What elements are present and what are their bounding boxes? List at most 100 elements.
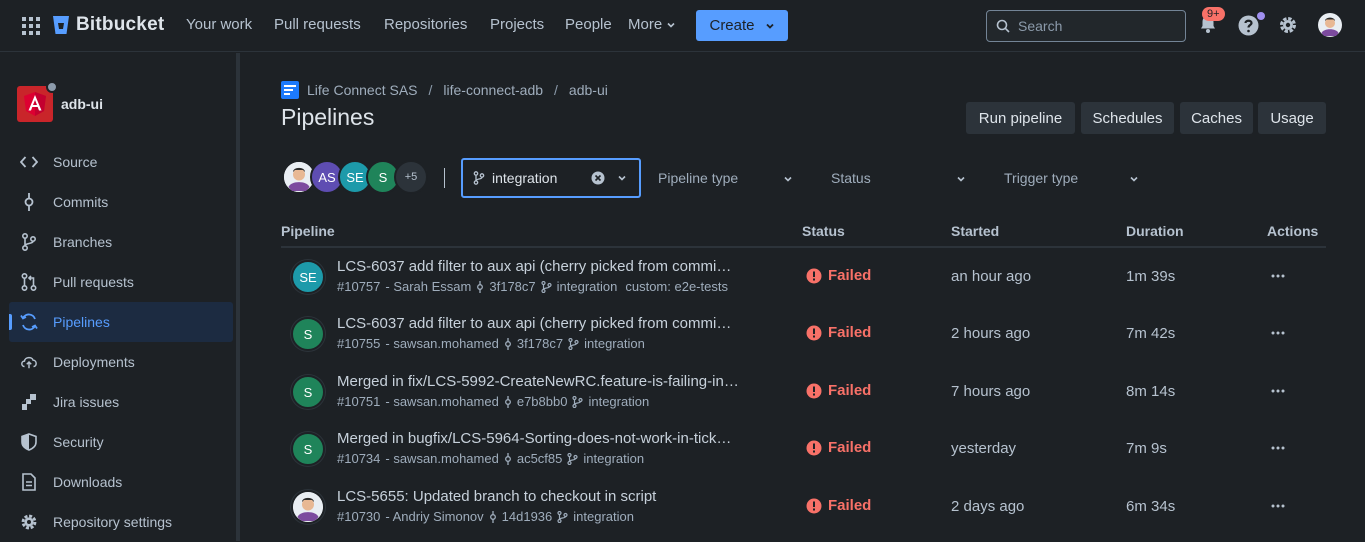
help-icon[interactable] [1238,15,1259,36]
breadcrumb-separator: / [554,82,558,98]
pipeline-title[interactable]: Merged in bugfix/LCS-5964-Sorting-does-n… [337,430,731,447]
pipeline-title[interactable]: Merged in fix/LCS-5992-CreateNewRC.featu… [337,373,739,390]
pipeline-author: - Sarah Essam [385,279,472,294]
nav-people[interactable]: People [565,16,612,33]
sidebar-item-security[interactable]: Security [9,422,233,462]
chevron-down-icon [765,23,774,29]
commit-hash[interactable]: e7b8bb0 [517,394,568,409]
create-label: Create [709,17,755,34]
run-pipeline-button[interactable]: Run pipeline [966,102,1075,134]
branch-filter[interactable]: integration [461,158,641,198]
nav-your-work[interactable]: Your work [186,16,252,33]
column-header-status[interactable]: Status [802,223,845,239]
started-time: yesterday [951,440,1017,457]
nav-pull-requests[interactable]: Pull requests [274,16,361,33]
bitbucket-logo[interactable]: Bitbucket [52,14,164,36]
sidebar-item-downloads[interactable]: Downloads [9,462,233,502]
sidebar-item-label: Security [53,434,104,450]
column-header-pipeline[interactable]: Pipeline [281,223,335,239]
clear-icon[interactable] [591,171,605,185]
column-header-started[interactable]: Started [951,223,999,239]
author-avatar: SE [291,260,325,294]
error-icon [806,268,822,283]
status-filter[interactable]: Status [831,170,871,186]
pipeline-meta: #10757 - Sarah Essam 3f178c7 integration… [337,279,728,294]
status-badge: Failed [806,267,871,284]
table-row[interactable]: SE LCS-6037 add filter to aux api (cherr… [281,248,1326,305]
started-time: 7 hours ago [951,383,1031,400]
branch-name[interactable]: integration [557,279,618,294]
more-actions-icon[interactable] [1271,331,1285,335]
nav-projects[interactable]: Projects [490,16,544,33]
pipeline-author: - sawsan.mohamed [385,394,499,409]
chevron-down-icon [956,174,966,184]
duration-value: 1m 39s [1126,268,1176,285]
sidebar-item-deployments[interactable]: Deployments [9,342,233,382]
commit-hash[interactable]: ac5cf85 [517,451,563,466]
pipeline-number[interactable]: #10734 [337,451,380,466]
chevron-down-icon [667,22,675,28]
breadcrumb: Life Connect SAS / life-connect-adb / ad… [281,81,608,99]
branch-name[interactable]: integration [573,509,634,524]
table-row[interactable]: S Merged in fix/LCS-5992-CreateNewRC.fea… [281,363,1326,420]
pipeline-title[interactable]: LCS-6037 add filter to aux api (cherry p… [337,315,731,332]
branch-name[interactable]: integration [588,394,649,409]
more-actions-icon[interactable] [1271,389,1285,393]
usage-button[interactable]: Usage [1258,102,1326,134]
breadcrumb-workspace[interactable]: Life Connect SAS [307,82,418,98]
sidebar-item-label: Deployments [53,354,135,370]
sidebar-item-jira-issues[interactable]: Jira issues [9,382,233,422]
table-row[interactable]: LCS-5655: Updated branch to checkout in … [281,478,1326,535]
caches-button[interactable]: Caches [1180,102,1253,134]
branch-name[interactable]: integration [583,451,644,466]
repo-name: adb-ui [61,96,103,112]
pipeline-author: - Andriy Simonov [385,509,484,524]
trigger-type-filter[interactable]: Trigger type [1004,170,1078,186]
nav-repositories[interactable]: Repositories [384,16,467,33]
more-actions-icon[interactable] [1271,504,1285,508]
column-header-duration[interactable]: Duration [1126,223,1184,239]
more-users-button[interactable]: +5 [394,160,428,194]
branch-name[interactable]: integration [584,336,645,351]
pipeline-number[interactable]: #10755 [337,336,380,351]
create-button[interactable]: Create [696,10,788,41]
pipeline-number[interactable]: #10757 [337,279,380,294]
sidebar-item-pull-requests[interactable]: Pull requests [9,262,233,302]
sidebar-item-source[interactable]: Source [9,142,233,182]
more-actions-icon[interactable] [1271,446,1285,450]
settings-gear-icon[interactable] [1278,15,1298,35]
sidebar-item-repository-settings[interactable]: Repository settings [9,502,233,542]
person-avatar-icon [293,492,323,522]
more-actions-icon[interactable] [1271,274,1285,278]
pipeline-title[interactable]: LCS-6037 add filter to aux api (cherry p… [337,258,731,275]
breadcrumb-repo[interactable]: adb-ui [569,82,608,98]
nav-more[interactable]: More [628,16,676,33]
profile-avatar-icon[interactable] [1318,13,1342,37]
chevron-down-icon [783,174,793,184]
repo-header[interactable]: adb-ui [17,81,103,122]
commit-hash[interactable]: 3f178c7 [517,336,563,351]
brand-name: Bitbucket [76,14,165,35]
author-avatar: S [291,317,325,351]
pipeline-type-filter[interactable]: Pipeline type [658,170,738,186]
pipeline-number[interactable]: #10730 [337,509,380,524]
pipeline-title[interactable]: LCS-5655: Updated branch to checkout in … [337,488,656,505]
sidebar-item-label: Pipelines [53,314,110,330]
search-input[interactable] [1018,18,1168,34]
schedules-button[interactable]: Schedules [1081,102,1174,134]
started-time: 2 hours ago [951,325,1031,342]
breadcrumb-project[interactable]: life-connect-adb [443,82,543,98]
status-badge: Failed [806,382,871,399]
commit-hash[interactable]: 3f178c7 [489,279,535,294]
table-row[interactable]: S Merged in bugfix/LCS-5964-Sorting-does… [281,420,1326,477]
table-row[interactable]: S LCS-6037 add filter to aux api (cherry… [281,305,1326,362]
commit-hash[interactable]: 14d1936 [502,509,553,524]
error-icon [806,325,822,340]
sidebar-item-commits[interactable]: Commits [9,182,233,222]
pipeline-number[interactable]: #10751 [337,394,380,409]
sidebar-item-branches[interactable]: Branches [9,222,233,262]
page-title: Pipelines [281,104,375,130]
help-indicator-dot [1257,12,1265,20]
app-switcher-icon[interactable] [22,17,40,35]
sidebar-item-pipelines[interactable]: Pipelines [9,302,233,342]
